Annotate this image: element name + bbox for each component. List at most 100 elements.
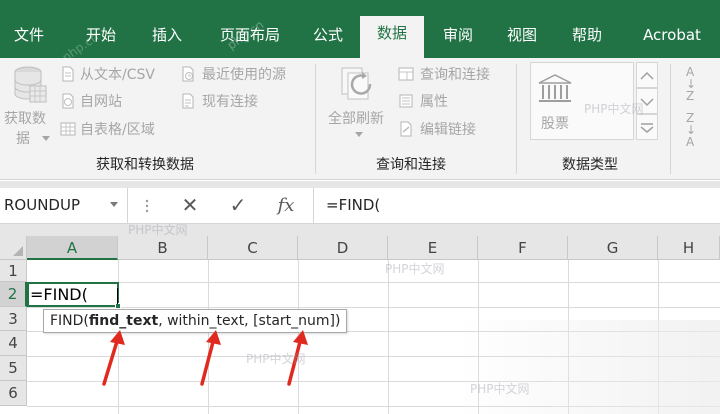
refresh-icon <box>341 67 372 100</box>
queries-connections-button[interactable]: 查询和连接 <box>398 64 508 86</box>
formula-input[interactable]: =FIND( <box>326 188 380 223</box>
tab-help[interactable]: 帮助 <box>558 18 616 58</box>
recent-sources-button[interactable]: 最近使用的源 <box>180 64 304 86</box>
row-header-1[interactable]: 1 <box>0 260 27 282</box>
tooltip-function-name[interactable]: FIND( <box>50 313 89 329</box>
web-page-icon <box>62 93 74 109</box>
tooltip-other-arguments: , within_text, [start_num]) <box>158 313 341 329</box>
ribbon-data-panel: 获取数 据 从文本/CSV 自网站 自表格/区域 最近使用的源 现有连接 获取和… <box>0 58 720 180</box>
stocks-label: 股票 <box>541 116 569 132</box>
properties-button[interactable]: 属性 <box>398 91 508 113</box>
properties-label: 属性 <box>420 94 448 110</box>
select-all-triangle-icon <box>13 246 23 256</box>
title-bar-strip <box>0 0 720 14</box>
group-label-queries: 查询和连接 <box>376 157 446 173</box>
gallery-scroll-up-button[interactable] <box>636 62 658 88</box>
row-header-5[interactable]: 5 <box>0 356 27 381</box>
gallery-more-button[interactable] <box>636 114 658 140</box>
sort-az-icon: A↓Z <box>686 65 697 103</box>
get-data-button[interactable]: 获取数 据 <box>2 62 54 150</box>
name-box[interactable]: ROUNDUP <box>0 188 128 223</box>
column-header-b[interactable]: B <box>118 236 208 260</box>
tab-data[interactable]: 数据 <box>360 16 424 58</box>
group-separator <box>670 64 671 174</box>
ribbon-tab-bar: 文件 开始 插入 页面布局 公式 数据 审阅 视图 帮助 Acrobat <box>0 0 720 58</box>
chevron-down-icon <box>355 132 363 137</box>
table-icon <box>60 122 76 136</box>
tooltip-current-argument[interactable]: find_text <box>89 313 158 329</box>
sort-za-icon: Z↓A <box>686 111 697 149</box>
watermark: PHP中文网 <box>385 262 445 276</box>
row-header-4[interactable]: 4 <box>0 331 27 356</box>
database-icon <box>14 66 47 103</box>
from-table-range-button[interactable]: 自表格/区域 <box>60 119 174 141</box>
column-header-a[interactable]: A <box>27 236 118 260</box>
watermark: PHP中文网 <box>128 223 188 237</box>
edit-links-label: 编辑链接 <box>420 122 476 138</box>
bank-building-icon <box>538 74 572 102</box>
tab-formulas[interactable]: 公式 <box>300 18 356 58</box>
from-text-csv-label: 从文本/CSV <box>80 67 155 83</box>
tab-view[interactable]: 视图 <box>494 18 550 58</box>
ribbon-gap <box>0 181 720 188</box>
from-text-csv-button[interactable]: 从文本/CSV <box>60 64 174 86</box>
formula-bar-divider <box>313 188 314 223</box>
watermark: PHP中文网 <box>246 352 306 366</box>
existing-connections-label: 现有连接 <box>202 94 258 110</box>
gridline <box>27 307 720 308</box>
sort-az-button[interactable]: A↓Z <box>684 62 714 102</box>
from-web-label: 自网站 <box>80 94 122 110</box>
insert-function-button[interactable]: fx <box>266 188 306 223</box>
from-web-button[interactable]: 自网站 <box>60 91 174 113</box>
row-header-3[interactable]: 3 <box>0 307 27 331</box>
group-label-data-types: 数据类型 <box>562 157 618 173</box>
queries-connections-label: 查询和连接 <box>420 67 490 83</box>
column-header-e[interactable]: E <box>388 236 478 260</box>
tab-review[interactable]: 审阅 <box>430 18 486 58</box>
column-header-c[interactable]: C <box>208 236 298 260</box>
clock-document-icon <box>182 66 194 82</box>
watermark: PHP中文网 <box>584 102 644 116</box>
text-cursor <box>117 288 118 304</box>
name-box-dropdown-icon[interactable] <box>110 202 118 207</box>
column-header-f[interactable]: F <box>478 236 568 260</box>
document-icon <box>62 66 74 82</box>
from-table-range-label: 自表格/区域 <box>80 122 155 138</box>
chevron-up-icon <box>640 71 654 80</box>
column-header-d[interactable]: D <box>298 236 388 260</box>
sort-za-button[interactable]: Z↓A <box>684 108 714 148</box>
edit-links-button[interactable]: 编辑链接 <box>398 119 508 141</box>
cell-a2-text: =FIND( <box>30 285 88 304</box>
expand-gallery-icon <box>640 123 654 133</box>
recent-sources-label: 最近使用的源 <box>202 67 286 83</box>
tab-file[interactable]: 文件 <box>0 18 58 58</box>
column-header-g[interactable]: G <box>568 236 658 260</box>
row-header-6[interactable]: 6 <box>0 381 27 406</box>
link-icon <box>400 121 412 137</box>
drag-handle-icon[interactable] <box>145 198 149 214</box>
group-separator <box>516 64 517 174</box>
cancel-entry-button[interactable]: ✕ <box>170 188 210 223</box>
get-data-label-line2: 据 <box>16 131 30 147</box>
existing-connections-button[interactable]: 现有连接 <box>180 91 304 113</box>
refresh-all-label: 全部刷新 <box>328 111 384 127</box>
watermark: PHP中文网 <box>470 382 530 396</box>
properties-icon <box>399 94 413 108</box>
gridline <box>388 260 389 414</box>
refresh-all-button[interactable]: 全部刷新 <box>324 62 392 142</box>
red-arrow-annotation <box>200 330 221 386</box>
tab-acrobat[interactable]: Acrobat <box>626 18 718 58</box>
queries-pane-icon <box>398 67 414 81</box>
tab-insert[interactable]: 插入 <box>138 18 196 58</box>
confirm-entry-button[interactable]: ✓ <box>218 188 258 223</box>
red-arrow-annotation <box>102 330 125 386</box>
row-header-2[interactable]: 2 <box>0 282 27 307</box>
get-data-label-line1: 获取数 <box>4 111 46 127</box>
select-all-corner[interactable] <box>0 236 27 260</box>
connections-icon <box>182 93 194 109</box>
chevron-down-icon <box>42 136 50 141</box>
column-header-h[interactable]: H <box>658 236 720 260</box>
image-shading <box>455 320 720 414</box>
group-label-get-transform: 获取和转换数据 <box>96 157 194 173</box>
group-separator <box>315 64 316 174</box>
